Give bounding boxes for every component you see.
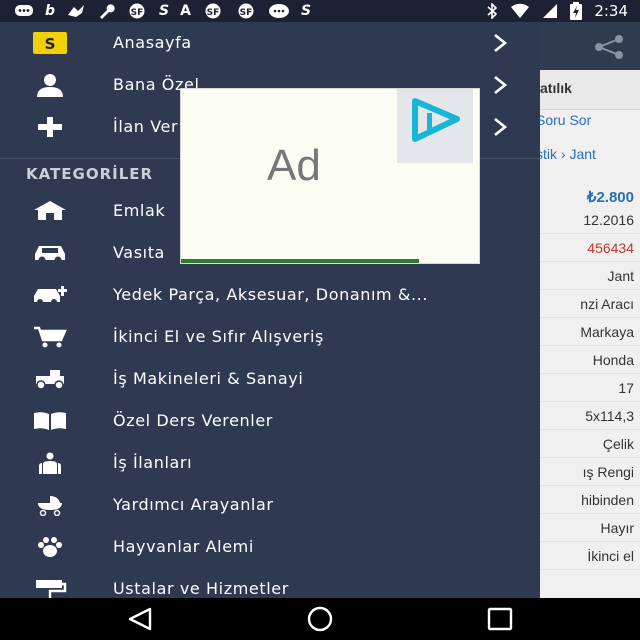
- category-label: Yardımcı Arayanlar: [113, 495, 274, 514]
- detail-row: Markaya: [540, 318, 640, 346]
- category-item-yardimci[interactable]: Yardımcı Arayanlar: [0, 484, 540, 526]
- s-app-icon: S: [159, 3, 170, 19]
- car-parts-icon: [30, 283, 70, 307]
- share-icon[interactable]: [592, 34, 626, 60]
- wrench-icon: [100, 4, 115, 19]
- svg-text:SF: SF: [207, 8, 220, 18]
- background-listing-page: atılık Soru Sor stik › Jant ₺2.800 12.20…: [540, 22, 640, 598]
- plus-icon: [30, 115, 70, 139]
- detail-row: 5x114,3: [540, 402, 640, 430]
- bluetooth-icon: [487, 3, 498, 19]
- menu-item-label: İlan Ver: [113, 117, 179, 136]
- ad-choices-badge[interactable]: [397, 89, 473, 163]
- category-item-yedek-parca[interactable]: Yedek Parça, Aksesuar, Donanım &...: [0, 274, 540, 316]
- paw-icon: [30, 535, 70, 559]
- messenger-icon: [15, 5, 33, 16]
- section-title-categories: KATEGORİLER: [26, 165, 154, 183]
- cart-icon: [30, 325, 70, 349]
- home-icon[interactable]: [300, 606, 340, 632]
- category-item-hayvanlar[interactable]: Hayvanlar Alemi: [0, 526, 540, 568]
- sahibinden-icon: SF: [238, 3, 254, 19]
- category-item-ozel-ders[interactable]: Özel Ders Verenler: [0, 400, 540, 442]
- detail-row: Çelik: [540, 430, 640, 458]
- category-item-ikinci-el[interactable]: İkinci El ve Sıfır Alışveriş: [0, 316, 540, 358]
- chevron-right-icon: [494, 117, 508, 137]
- category-label: İş Makineleri & Sanayi: [113, 369, 304, 388]
- price: ₺2.800: [586, 189, 634, 206]
- detail-row: Jant: [540, 262, 640, 290]
- ask-question-link[interactable]: Soru Sor: [540, 112, 591, 128]
- menu-item-label: Anasayfa: [113, 33, 192, 52]
- wifi-icon: [511, 3, 530, 19]
- battery-icon: [570, 2, 583, 20]
- svg-text:SF: SF: [240, 8, 253, 18]
- svg-text:SF: SF: [131, 8, 144, 18]
- detail-row: 12.2016: [540, 206, 640, 234]
- detail-row: 17: [540, 374, 640, 402]
- paint-roller-icon: [30, 577, 70, 598]
- sahibinden-icon: SF: [205, 3, 221, 19]
- notification-icons: b SF S A SF SF S: [14, 1, 311, 21]
- category-item-ustalar[interactable]: Ustalar ve Hizmetler: [0, 568, 540, 598]
- signal-icon: [543, 4, 558, 18]
- detail-row: hibinden: [540, 486, 640, 514]
- background-toolbar: [540, 22, 640, 70]
- detail-row: ış Rengi: [540, 458, 640, 486]
- background-tabs: atılık: [540, 70, 640, 110]
- logo-letter: S: [45, 35, 56, 53]
- category-label: İş İlanları: [113, 453, 193, 472]
- system-status: 2:34: [486, 0, 628, 22]
- category-label: İkinci El ve Sıfır Alışveriş: [113, 327, 324, 346]
- ad-banner[interactable]: Ad: [180, 88, 480, 264]
- detail-rows: 12.2016 456434 Jant nzi Aracı Markaya Honda 17…: [540, 206, 640, 570]
- ad-progress-bar: [181, 259, 419, 263]
- category-label: Vasıta: [113, 243, 165, 262]
- clock: 2:34: [594, 2, 628, 20]
- back-icon[interactable]: [120, 606, 160, 632]
- detail-row: nzi Aracı: [540, 290, 640, 318]
- detail-row: Honda: [540, 346, 640, 374]
- s-app-icon: S: [300, 3, 312, 19]
- car-icon: [30, 241, 70, 265]
- b-app-icon: b: [45, 3, 56, 19]
- detail-row: Hayır: [540, 514, 640, 542]
- a-app-icon: A: [180, 3, 191, 19]
- person-icon: [30, 73, 70, 97]
- system-navigation-bar: [0, 598, 640, 640]
- category-item-is-makineleri[interactable]: İş Makineleri & Sanayi: [0, 358, 540, 400]
- ad-choices-icon: [412, 98, 460, 142]
- category-label: Hayvanlar Alemi: [113, 537, 254, 556]
- people-icon: [30, 451, 70, 475]
- chevron-right-icon: [494, 33, 508, 53]
- sahibinden-icon: SF: [129, 3, 145, 19]
- category-label: Emlak: [113, 201, 166, 220]
- detail-row: 456434: [540, 234, 640, 262]
- s-logo-icon: S: [30, 31, 70, 55]
- detail-row: İkinci el: [540, 542, 640, 570]
- stroller-icon: [30, 493, 70, 517]
- category-label: Özel Ders Verenler: [113, 411, 273, 430]
- category-item-is-ilanlari[interactable]: İş İlanları: [0, 442, 540, 484]
- menu-item-anasayfa[interactable]: S Anasayfa: [0, 22, 540, 64]
- breadcrumb[interactable]: stik › Jant: [540, 146, 596, 162]
- chevron-right-icon: [494, 75, 508, 95]
- tractor-icon: [30, 367, 70, 391]
- category-label: Yedek Parça, Aksesuar, Donanım &...: [113, 285, 429, 304]
- messages-icon: [268, 4, 289, 18]
- ad-label: Ad: [267, 141, 321, 190]
- recents-icon[interactable]: [480, 606, 520, 632]
- bird-icon: [68, 5, 85, 17]
- house-icon: [30, 199, 70, 223]
- tab-label[interactable]: atılık: [540, 80, 572, 96]
- book-icon: [30, 409, 70, 433]
- status-bar: b SF S A SF SF S 2:34: [0, 0, 640, 22]
- category-label: Ustalar ve Hizmetler: [113, 579, 289, 598]
